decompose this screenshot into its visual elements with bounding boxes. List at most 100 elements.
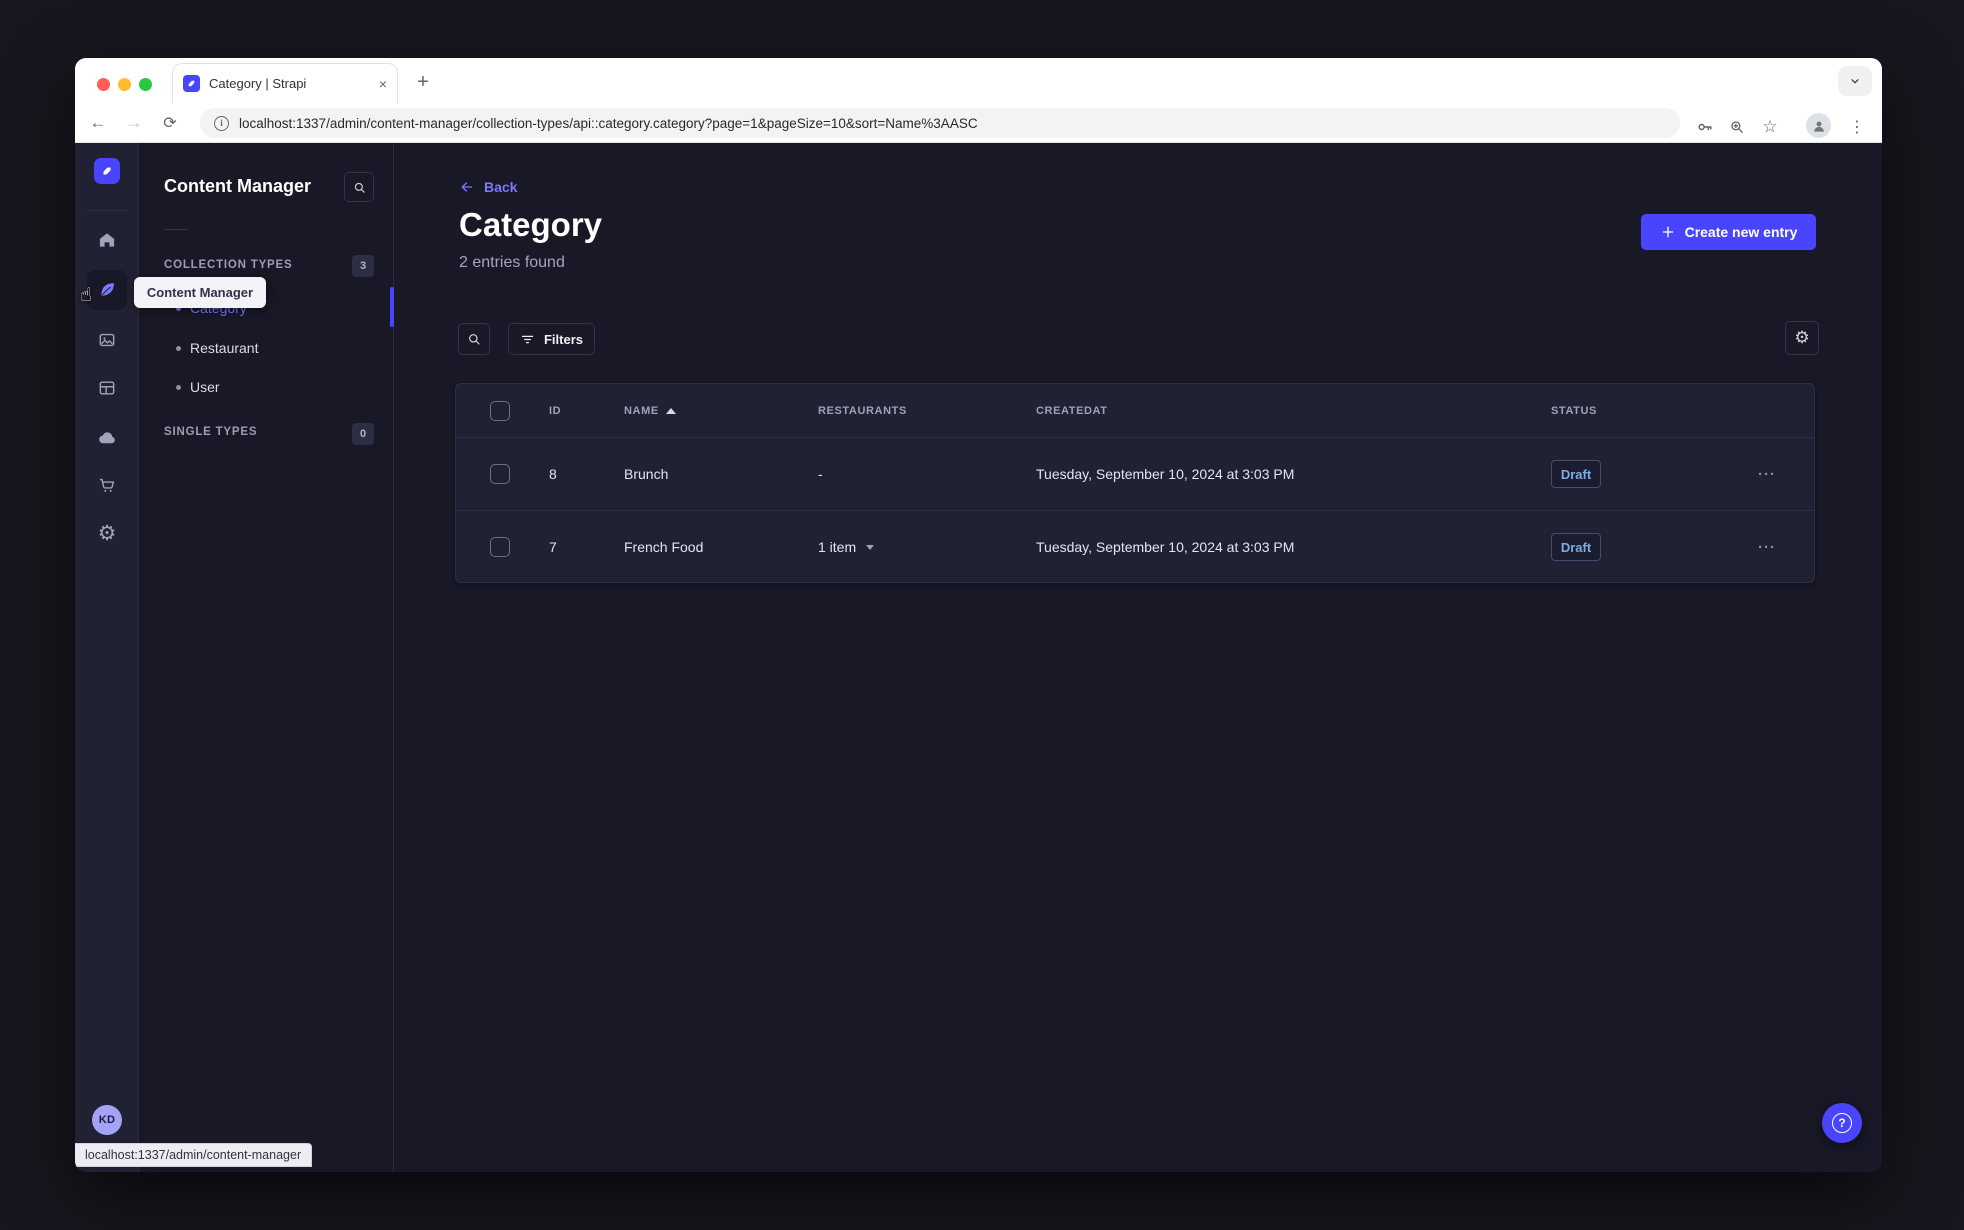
site-info-icon[interactable]: i xyxy=(214,115,229,131)
cell-createdat: Tuesday, September 10, 2024 at 3:03 PM xyxy=(1036,466,1295,482)
bookmark-star-icon[interactable]: ☆ xyxy=(1758,115,1782,139)
plus-icon xyxy=(1662,226,1673,238)
column-label: NAME xyxy=(624,404,659,417)
content-type-builder-icon[interactable] xyxy=(96,377,118,399)
chevron-down-icon xyxy=(1851,79,1859,84)
main-content: Back Category 2 entries found Create new… xyxy=(394,143,1882,1172)
main-nav-rail: ☝ ⚙ KD xyxy=(75,143,139,1172)
fullscreen-window-button[interactable] xyxy=(139,78,152,91)
search-icon xyxy=(469,334,480,345)
cell-id: 8 xyxy=(549,466,557,482)
sort-ascending-icon[interactable] xyxy=(665,407,676,414)
table-settings-button[interactable]: ⚙ xyxy=(1785,321,1819,355)
media-library-icon[interactable] xyxy=(96,329,118,351)
tab-search-button[interactable] xyxy=(1838,66,1872,96)
table-search-button[interactable] xyxy=(458,323,490,355)
cell-restaurants: - xyxy=(818,466,823,482)
page-title: Category xyxy=(459,206,603,243)
help-button[interactable]: ? xyxy=(1822,1103,1862,1143)
create-new-entry-button[interactable]: Create new entry xyxy=(1641,214,1816,250)
entries-table: ID NAME RESTAURANTS CREATEDAT STATUS 8 B… xyxy=(455,383,1815,583)
chevron-down-icon xyxy=(866,544,875,550)
column-label: ID xyxy=(549,404,562,417)
cell-name: French Food xyxy=(624,539,704,555)
content-manager-nav-button[interactable] xyxy=(87,270,127,310)
content-manager-tooltip: Content Manager xyxy=(134,277,266,308)
column-label: CREATEDAT xyxy=(1036,404,1108,417)
marketplace-cart-icon[interactable] xyxy=(96,474,118,496)
relation-count: 1 item xyxy=(818,539,857,555)
cloud-icon[interactable] xyxy=(96,426,118,448)
column-header-createdat[interactable]: CREATEDAT xyxy=(1036,405,1551,417)
collection-types-label: COLLECTION TYPES xyxy=(164,259,293,271)
browser-toolbar: ← → ⟳ i localhost:1337/admin/content-man… xyxy=(75,103,1882,143)
home-icon[interactable] xyxy=(96,229,118,251)
gear-icon: ⚙ xyxy=(1794,328,1810,348)
status-bubble: localhost:1337/admin/content-manager xyxy=(75,1143,313,1167)
entries-count: 2 entries found xyxy=(459,254,565,271)
browser-reload-button[interactable]: ⟳ xyxy=(157,113,183,133)
column-header-status[interactable]: STATUS xyxy=(1551,405,1746,417)
subnav-item-label: User xyxy=(190,379,220,395)
column-label: RESTAURANTS xyxy=(818,404,907,417)
select-all-checkbox[interactable] xyxy=(490,400,510,421)
back-label: Back xyxy=(484,179,518,195)
browser-window: Category | Strapi × + ← → ⟳ i localhost:… xyxy=(75,58,1882,1172)
subnav-item-label: Restaurant xyxy=(190,340,259,356)
column-header-id[interactable]: ID xyxy=(549,405,624,417)
rail-divider xyxy=(87,210,127,211)
minimize-window-button[interactable] xyxy=(118,78,131,91)
password-manager-icon[interactable] xyxy=(1693,115,1717,139)
question-mark-icon: ? xyxy=(1832,1113,1852,1133)
column-header-name[interactable]: NAME xyxy=(624,405,818,417)
strapi-favicon-icon xyxy=(183,75,200,92)
back-link[interactable]: Back xyxy=(459,179,517,195)
new-tab-button[interactable]: + xyxy=(409,68,437,96)
zoom-page-icon[interactable] xyxy=(1725,115,1749,139)
browser-back-button[interactable]: ← xyxy=(85,113,111,133)
row-actions-menu[interactable]: ··· xyxy=(1746,539,1814,556)
status-badge: Draft xyxy=(1551,533,1601,561)
table-row[interactable]: 7 French Food 1 item Tuesday, September … xyxy=(456,510,1814,582)
bullet-icon xyxy=(176,345,181,351)
subnav-item-restaurant[interactable]: Restaurant xyxy=(139,328,394,368)
cell-name: Brunch xyxy=(624,466,669,482)
settings-gear-icon[interactable]: ⚙ xyxy=(96,521,118,545)
subnav-divider xyxy=(164,229,188,230)
browser-tab-strip: Category | Strapi × + xyxy=(75,58,1882,103)
cell-createdat: Tuesday, September 10, 2024 at 3:03 PM xyxy=(1036,539,1295,555)
row-actions-menu[interactable]: ··· xyxy=(1746,466,1814,483)
browser-forward-button[interactable]: → xyxy=(121,113,147,133)
person-icon xyxy=(1813,121,1824,132)
strapi-logo[interactable] xyxy=(94,158,120,184)
address-bar[interactable]: i localhost:1337/admin/content-manager/c… xyxy=(200,108,1680,138)
table-row[interactable]: 8 Brunch - Tuesday, September 10, 2024 a… xyxy=(456,437,1814,510)
filters-button[interactable]: Filters xyxy=(508,323,595,355)
browser-profile-avatar[interactable] xyxy=(1806,113,1831,138)
cell-id: 7 xyxy=(549,539,557,555)
cell-restaurants[interactable]: 1 item xyxy=(818,539,1036,555)
filters-label: Filters xyxy=(543,331,583,347)
row-checkbox[interactable] xyxy=(490,537,510,557)
subnav-item-user[interactable]: User xyxy=(139,367,394,407)
tab-close-icon[interactable]: × xyxy=(379,76,387,92)
close-window-button[interactable] xyxy=(97,78,110,91)
user-avatar[interactable]: KD xyxy=(92,1105,122,1135)
row-checkbox[interactable] xyxy=(490,464,510,484)
browser-menu-icon[interactable]: ⋮ xyxy=(1845,115,1869,139)
single-types-label: SINGLE TYPES xyxy=(164,426,258,438)
single-types-count-badge: 0 xyxy=(352,423,374,445)
filter-icon xyxy=(521,335,534,343)
subnav-title: Content Manager xyxy=(164,176,312,196)
status-badge: Draft xyxy=(1551,460,1601,488)
column-header-restaurants[interactable]: RESTAURANTS xyxy=(818,405,1036,417)
browser-tab[interactable]: Category | Strapi × xyxy=(172,63,398,103)
window-controls xyxy=(97,78,152,91)
feather-icon xyxy=(100,283,115,298)
tab-title: Category | Strapi xyxy=(209,76,307,91)
strapi-app: ☝ ⚙ KD Content Manager COLLECTION TYPES … xyxy=(75,143,1882,1172)
arrow-left-icon xyxy=(461,182,473,192)
bullet-icon xyxy=(176,384,181,390)
subnav-search-button[interactable] xyxy=(344,172,374,202)
content-manager-subnav: Content Manager COLLECTION TYPES 3 Categ… xyxy=(134,143,394,1172)
